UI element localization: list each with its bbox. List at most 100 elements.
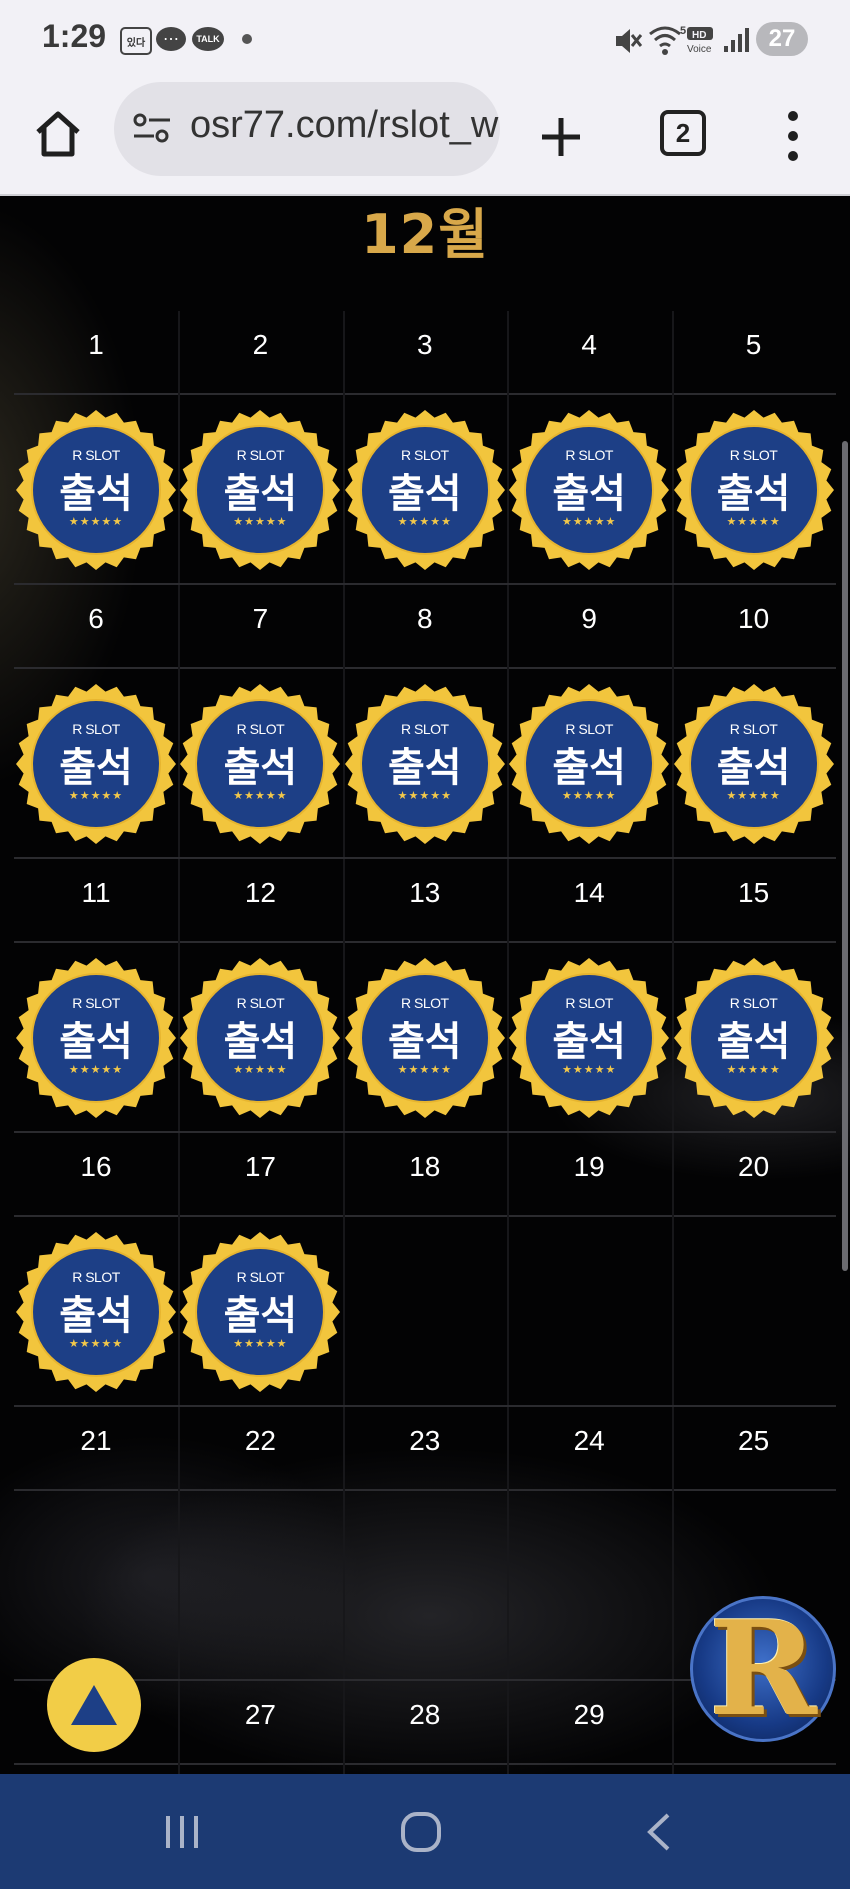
stamp-label: 출석	[59, 1019, 133, 1065]
scroll-top-button[interactable]	[47, 1658, 141, 1752]
stamp-label: 출석	[387, 471, 462, 517]
day-number: 10	[738, 603, 770, 634]
stamp-label: 출석	[223, 471, 298, 517]
svg-text:HD: HD	[692, 30, 706, 41]
cell-divider	[342, 1407, 345, 1681]
day-number: 25	[738, 1425, 770, 1456]
day-number: 17	[244, 1151, 276, 1182]
attendance-stamp: R SLOT 출석 ★★★★★	[179, 957, 341, 1119]
stamp-label: 출석	[716, 471, 791, 517]
stamp-stars: ★★★★★	[233, 1338, 288, 1350]
tab-switcher-button[interactable]: 2	[660, 110, 706, 156]
recent-apps-icon[interactable]	[162, 1812, 204, 1852]
stamp-stars: ★★★★★	[397, 1064, 452, 1076]
attendance-stamp: R SLOT 출석 ★★★★★	[344, 409, 506, 571]
stamp-label: 출석	[552, 1019, 626, 1065]
day-number: 29	[573, 1699, 605, 1730]
cell-divider	[178, 1681, 181, 1774]
back-icon[interactable]	[644, 1812, 674, 1852]
stamp-stars: ★★★★★	[562, 790, 617, 802]
status-time: 1:29	[42, 18, 107, 54]
stamp-label: 출석	[716, 1019, 791, 1065]
more-menu-icon[interactable]	[780, 108, 806, 164]
stamp-label: 출석	[223, 1019, 298, 1065]
wifi-icon: 5	[649, 25, 686, 55]
day-number: 9	[581, 603, 597, 634]
attendance-stamp: R SLOT 출석 ★★★★★	[15, 1231, 177, 1393]
stamp-stars: ★★★★★	[562, 1064, 617, 1076]
day-number: 11	[81, 877, 111, 908]
hd-voice-icon: HD Voice	[687, 27, 713, 55]
day-number: 3	[417, 329, 433, 360]
day-number-row: 11 12 13 14 15	[14, 859, 836, 943]
browser-toolbar: osr77.com/rslot_w 2	[0, 78, 850, 196]
calendar-week: 6 7 8 9 10 R SLOT 출석 ★★★★★ R SLOT 출석 ★★★★★ R SLOT 출석…	[14, 585, 836, 859]
cell-divider	[178, 1407, 181, 1681]
cell-divider	[342, 1133, 345, 1407]
stamp-stars: ★★★★★	[68, 1064, 124, 1076]
attendance-stamp: R SLOT 출석 ★★★★★	[508, 409, 670, 571]
cell-divider	[671, 1133, 674, 1407]
calendar-week: 12345R SLOT 출석 ★★★★★ R SLOT 출석 ★★★★★ R SLOT 출석 ★…	[14, 311, 836, 585]
stamp-label: 출석	[387, 1019, 462, 1065]
svg-text:Voice: Voice	[687, 44, 712, 55]
attendance-stamp: R SLOT 출석 ★★★★★	[179, 409, 341, 571]
new-tab-icon[interactable]	[536, 112, 586, 162]
page-content: 12월 12345R SLOT 출석 ★★★★★ R SLOT 출석 ★★★★★ R SLO…	[0, 196, 850, 1774]
attendance-stamp: R SLOT 출석 ★★★★★	[344, 957, 506, 1119]
day-number: 5	[745, 329, 762, 360]
site-settings-icon[interactable]	[132, 112, 172, 146]
cell-divider	[342, 1681, 345, 1774]
attendance-stamp: R SLOT 출석 ★★★★★	[673, 409, 835, 571]
home-icon[interactable]	[32, 108, 84, 160]
address-bar[interactable]: osr77.com/rslot_w	[114, 82, 500, 176]
stamp-label: 출석	[59, 1293, 133, 1339]
attendance-calendar: 12345R SLOT 출석 ★★★★★ R SLOT 출석 ★★★★★ R SLOT 출석 ★…	[14, 311, 836, 1774]
stamp-stars: ★★★★★	[397, 790, 452, 802]
status-bar: 1:29 있다 ⋯ TALK 5 HD Voice 27	[0, 0, 850, 78]
url-text[interactable]: osr77.com/rslot_w	[190, 104, 498, 147]
calendar-week: 16 17 18 19 20 R SLOT 출석 ★★★★★ R SLOT 출석 ★★★★★	[14, 1133, 836, 1407]
day-number: 1	[88, 329, 104, 360]
day-number-row: 21 22 23 24 25	[14, 1407, 836, 1491]
stamp-stars: ★★★★★	[68, 1338, 124, 1350]
attendance-stamp: R SLOT 출석 ★★★★★	[179, 1231, 341, 1393]
stamp-label: 출석	[552, 745, 626, 791]
stamp-stars: ★★★★★	[397, 516, 452, 528]
attendance-stamp: R SLOT 출석 ★★★★★	[15, 683, 177, 845]
attendance-stamp: R SLOT 출석 ★★★★★	[179, 683, 341, 845]
attendance-stamp: R SLOT 출석 ★★★★★	[508, 957, 670, 1119]
scrollbar[interactable]	[842, 441, 848, 1271]
logo-letter: R	[708, 1592, 818, 1745]
attendance-stamp: R SLOT 출석 ★★★★★	[673, 957, 835, 1119]
day-number: 28	[409, 1699, 441, 1730]
attendance-stamp: R SLOT 출석 ★★★★★	[15, 409, 177, 571]
stamp-stars: ★★★★★	[68, 516, 124, 528]
attendance-stamp: R SLOT 출석 ★★★★★	[344, 683, 506, 845]
day-number: 13	[409, 877, 441, 908]
day-number: 18	[409, 1151, 441, 1182]
day-number: 12	[244, 877, 276, 908]
stamp-label: 출석	[552, 471, 626, 517]
day-number: 24	[573, 1425, 605, 1456]
day-number-row: 6 7 8 9 10	[14, 585, 836, 669]
stamp-stars: ★★★★★	[68, 790, 124, 802]
day-number: 22	[244, 1425, 276, 1456]
stamp-stars: ★★★★★	[233, 516, 288, 528]
day-number: 20	[738, 1151, 770, 1182]
signal-icon	[724, 28, 749, 52]
home-nav-icon[interactable]	[400, 1812, 444, 1852]
day-number: 16	[80, 1151, 112, 1182]
stamp-label: 출석	[223, 1293, 298, 1339]
dot-icon	[242, 34, 252, 44]
stamp-label: 출석	[716, 745, 791, 791]
stamp-stars: ★★★★★	[562, 516, 617, 528]
stamp-label: 출석	[59, 471, 133, 517]
rslot-logo-button[interactable]: R	[690, 1596, 836, 1742]
cell-divider	[507, 1681, 510, 1774]
up-triangle-icon	[71, 1685, 117, 1725]
battery-indicator: 27	[756, 22, 808, 56]
stamp-stars: ★★★★★	[726, 790, 781, 802]
stamp-label: 출석	[223, 745, 298, 791]
kakao-icon: 있다	[120, 27, 152, 55]
